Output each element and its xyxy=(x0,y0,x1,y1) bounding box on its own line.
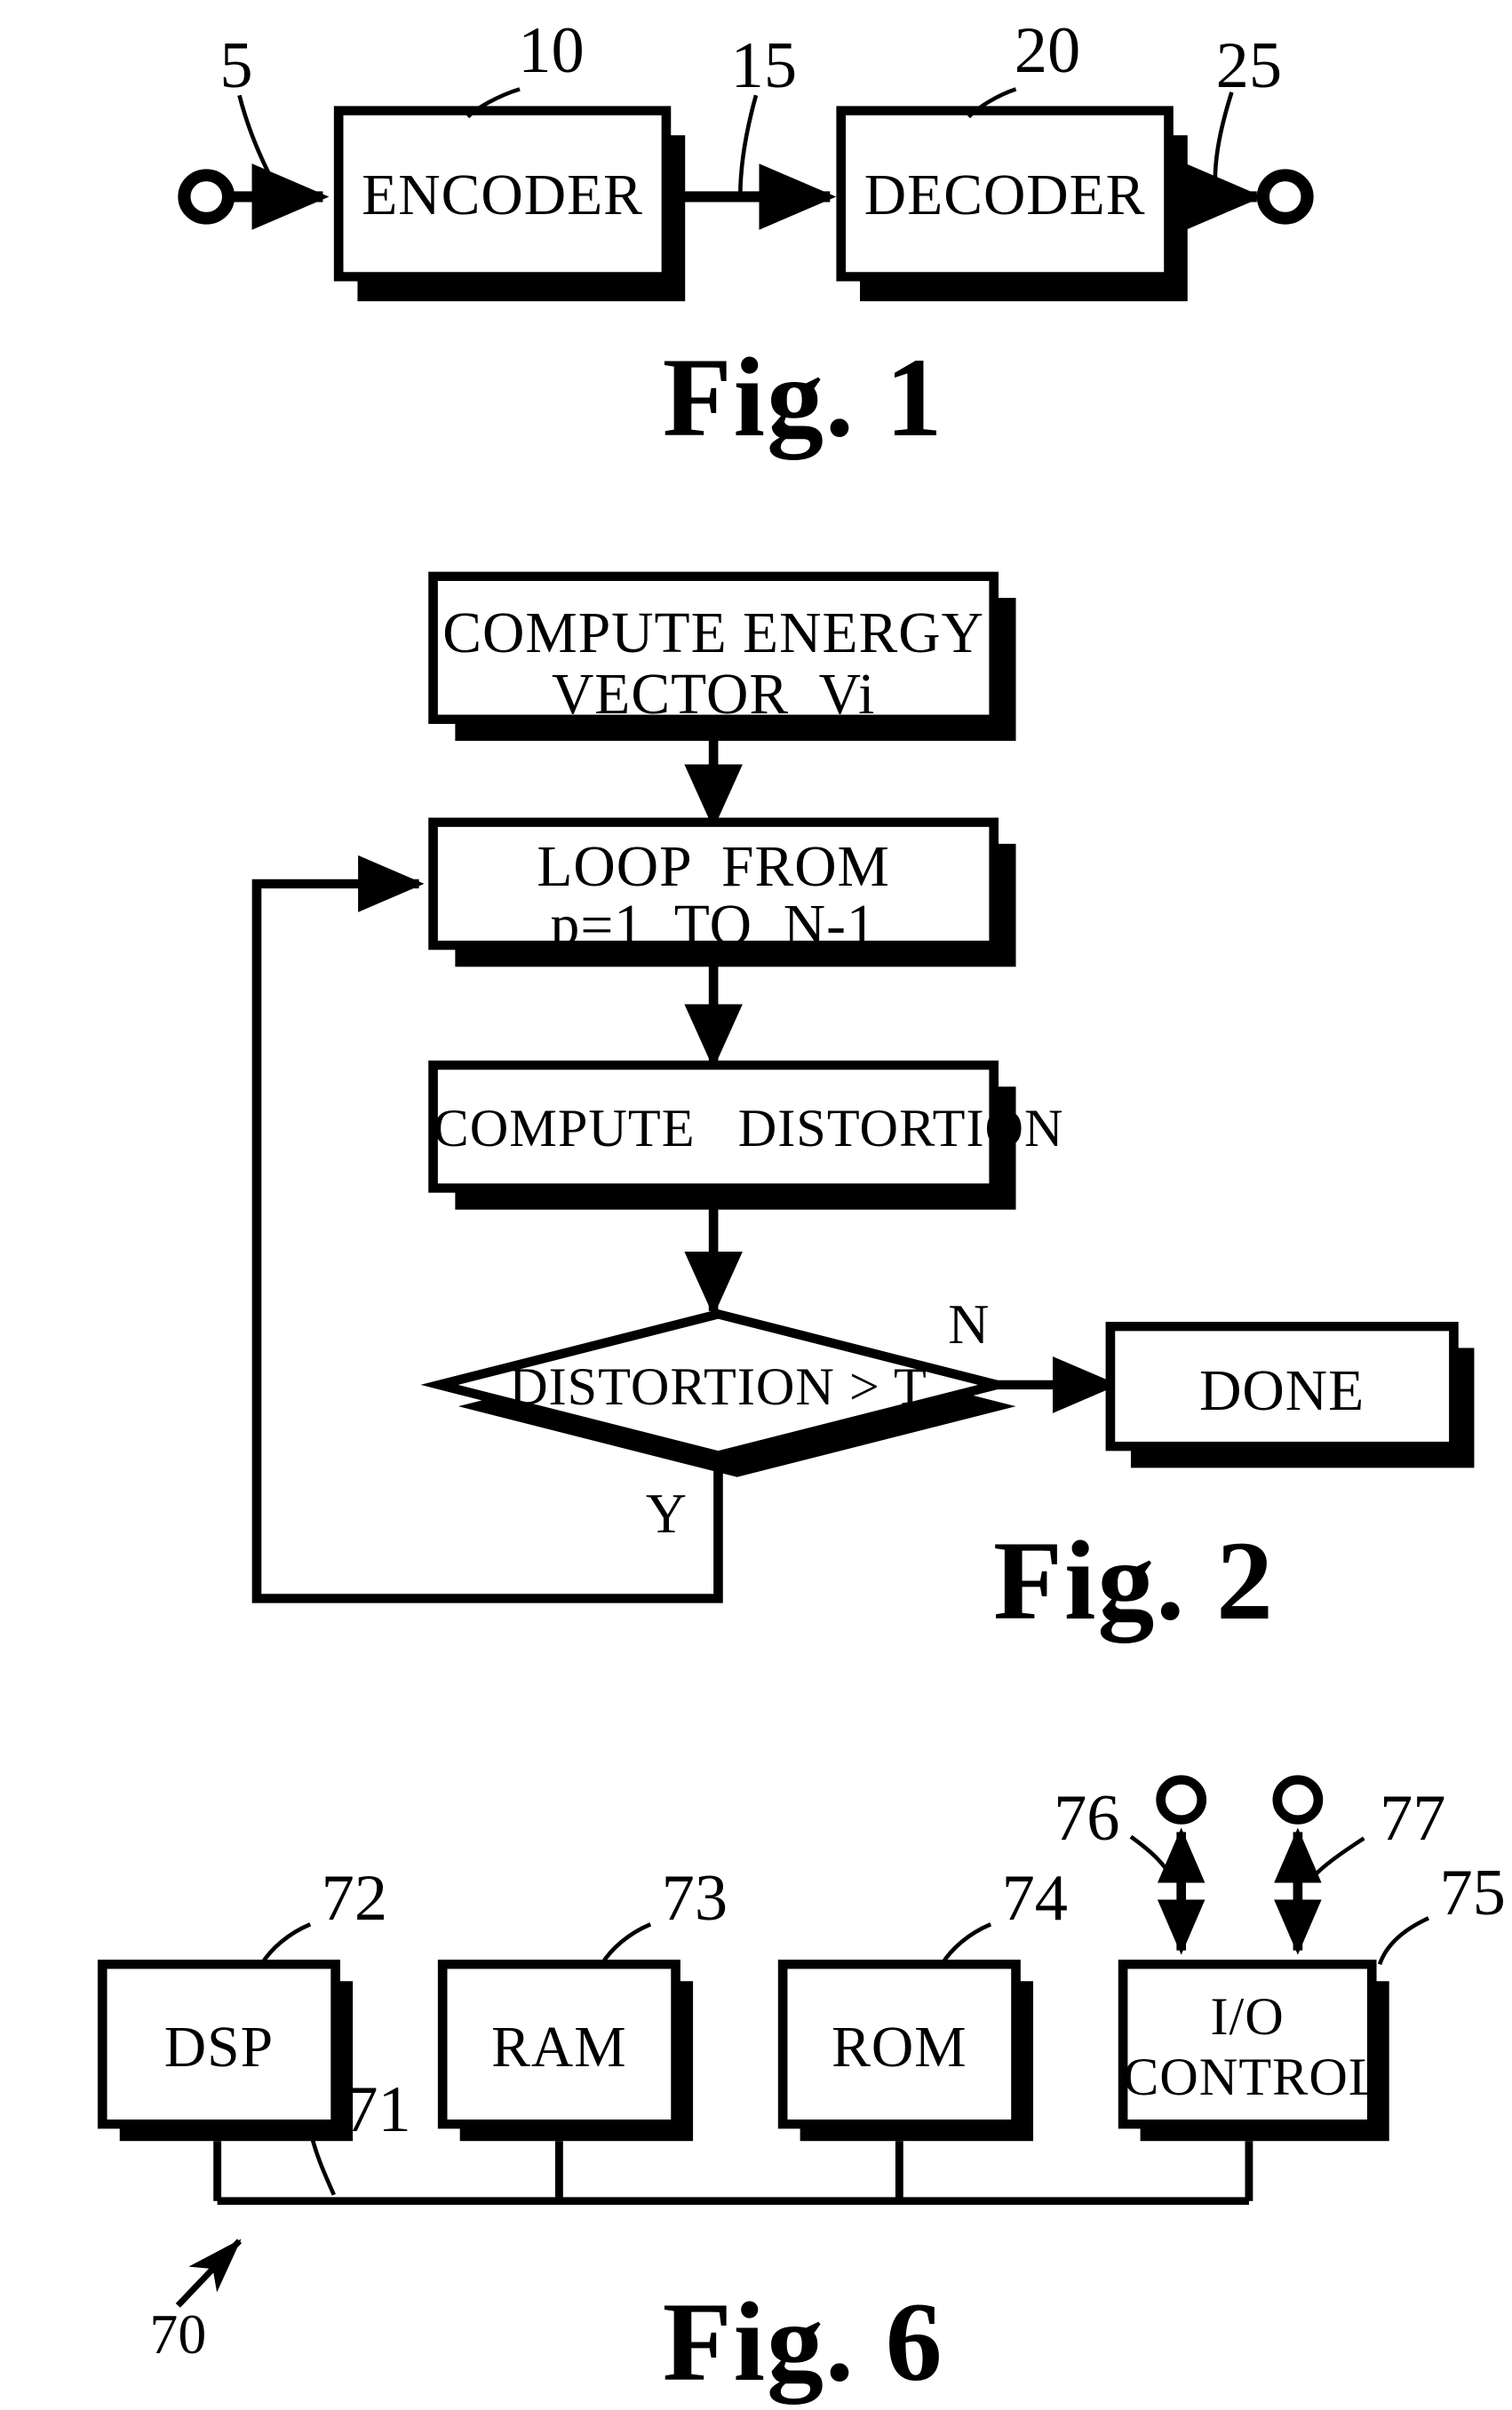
fig2-branch-yes-label: Y xyxy=(645,1482,687,1546)
fig6-dsp-label: DSP xyxy=(163,2015,275,2080)
fig1-decoder-label: DECODER xyxy=(863,163,1146,227)
fig6-ram-label: RAM xyxy=(491,2015,627,2080)
fig6-ref-73: 73 xyxy=(661,1861,728,1935)
fig1-ref-10: 10 xyxy=(518,13,585,87)
fig1-ref-20: 20 xyxy=(1014,13,1081,87)
fig1-ref25-leader xyxy=(1213,91,1234,197)
fig6-port77-terminal xyxy=(1272,1775,1324,1825)
fig1-ref-15: 15 xyxy=(730,29,798,103)
fig2-step1-line2: VECTOR Vi xyxy=(551,662,876,727)
fig2-branch-no-label: N xyxy=(948,1292,990,1356)
fig6-port76-terminal xyxy=(1156,1775,1207,1825)
fig6-ref-74: 74 xyxy=(1001,1861,1069,1935)
fig6-ref77-leader xyxy=(1310,1836,1365,1880)
fig1-ref5-leader xyxy=(237,94,283,198)
fig1-ref-5: 5 xyxy=(219,29,253,103)
fig6-io-label-line2: CONTROL xyxy=(1123,2047,1382,2107)
fig1-output-terminal xyxy=(1256,169,1314,225)
fig6-ref-76: 76 xyxy=(1054,1781,1120,1855)
fig1-caption: Fig. 1 xyxy=(662,333,944,460)
fig2-decision-label: DISTORTION > T xyxy=(509,1357,927,1418)
fig2-done-label: DONE xyxy=(1199,1358,1365,1423)
fig6-ref-72: 72 xyxy=(321,1861,388,1935)
fig2-step2-line2: p=1 TO N-1 xyxy=(550,893,877,958)
fig6-ref-77: 77 xyxy=(1380,1781,1446,1855)
fig6-ref70-arrow xyxy=(175,2239,243,2308)
fig2-group xyxy=(251,571,1475,1603)
fig1-ref15-leader xyxy=(737,94,759,197)
fig6-ref-75: 75 xyxy=(1439,1857,1506,1930)
patent-drawing-sheet: 5 10 15 20 25 ENCODER DECODER Fig. 1 COM… xyxy=(0,0,1512,2410)
fig2-step1-line1: COMPUTE ENERGY xyxy=(442,601,984,665)
fig2-caption: Fig. 2 xyxy=(993,1517,1275,1644)
fig6-ref-70: 70 xyxy=(149,2303,207,2366)
fig1-encoder-label: ENCODER xyxy=(362,163,643,227)
fig6-rom-label: ROM xyxy=(832,2015,967,2080)
fig6-io-label-line1: I/O xyxy=(1210,1987,1285,2048)
fig6-caption: Fig. 6 xyxy=(662,2278,944,2405)
fig2-step3-line1: COMPUTE DISTORTION xyxy=(433,1099,1064,1159)
fig1-input-terminal xyxy=(178,169,235,225)
fig1-ref-25: 25 xyxy=(1215,29,1283,103)
fig6-ref-71: 71 xyxy=(345,2073,411,2147)
